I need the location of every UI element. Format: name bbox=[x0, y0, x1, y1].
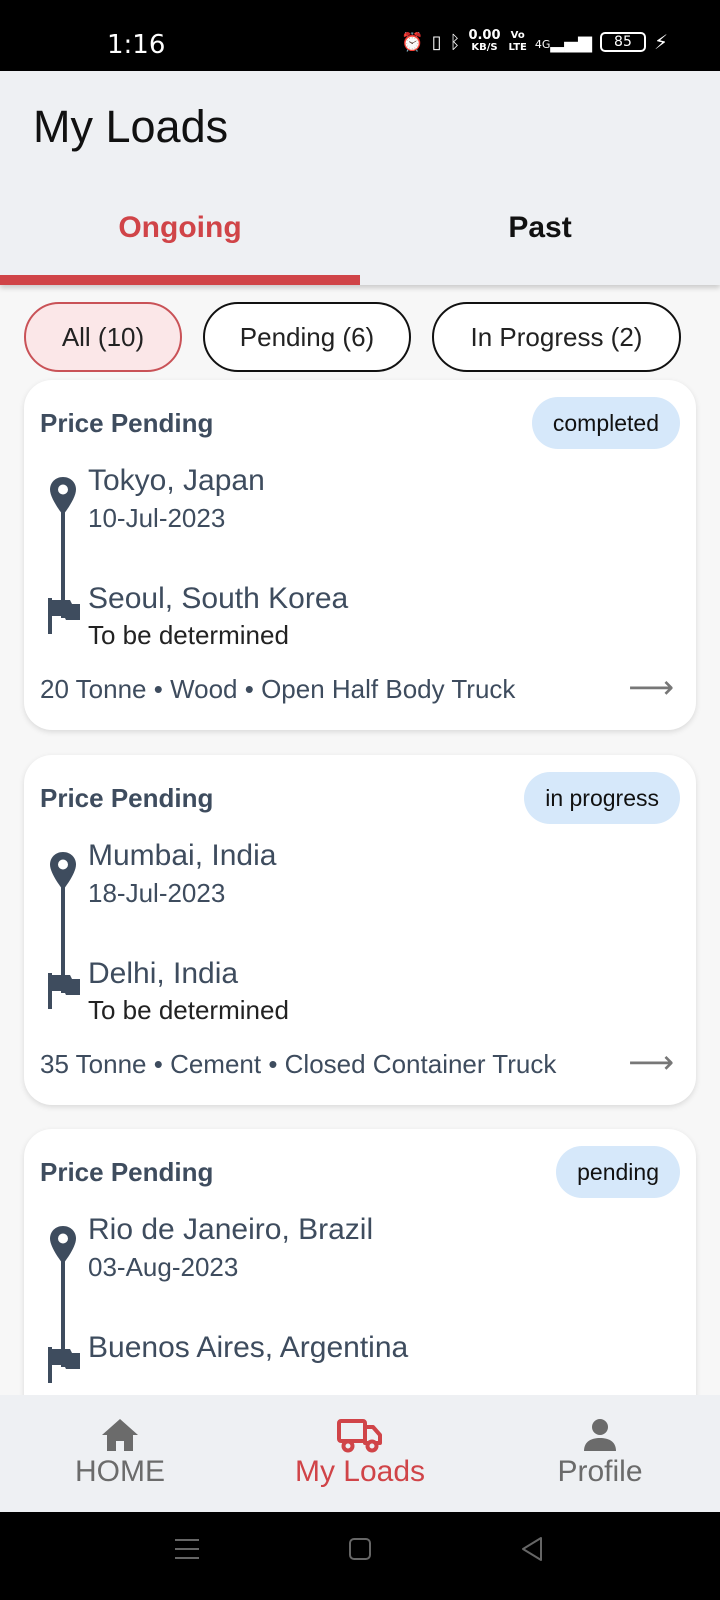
origin-city: Mumbai, India bbox=[88, 839, 277, 872]
nav-home[interactable]: HOME bbox=[0, 1411, 240, 1489]
home-button-icon[interactable] bbox=[348, 1536, 372, 1562]
destination-city: Delhi, India bbox=[88, 957, 239, 990]
pickup-date: 18-Jul-2023 bbox=[88, 878, 226, 908]
battery-icon: 85 bbox=[599, 32, 646, 52]
nav-profile[interactable]: Profile bbox=[480, 1411, 720, 1489]
nav-my-loads-label: My Loads bbox=[294, 1455, 426, 1488]
origin-city: Tokyo, Japan bbox=[88, 464, 265, 497]
status-time: 1:16 bbox=[107, 30, 166, 60]
load-list[interactable]: All (10) Pending (6) In Progress (2) Pri… bbox=[0, 285, 720, 1395]
status-badge: pending bbox=[556, 1146, 680, 1198]
load-price-status: Price Pending bbox=[40, 408, 214, 438]
menu-icon[interactable] bbox=[174, 1536, 200, 1562]
filter-chip-pending[interactable]: Pending (6) bbox=[203, 302, 411, 372]
destination-flag-icon bbox=[48, 973, 80, 1009]
nav-my-loads[interactable]: My Loads bbox=[240, 1411, 480, 1489]
back-icon[interactable] bbox=[520, 1536, 544, 1562]
net-speed: 0.00 KB/S bbox=[468, 28, 501, 53]
filter-chip-in-progress[interactable]: In Progress (2) bbox=[432, 302, 681, 372]
filter-chip-all[interactable]: All (10) bbox=[24, 302, 182, 372]
delivery-date: To be determined bbox=[88, 620, 289, 650]
destination-city: Seoul, South Korea bbox=[88, 582, 349, 615]
vibrate-icon: ▯ bbox=[431, 31, 442, 53]
system-nav-bar bbox=[0, 1512, 720, 1600]
location-pin-icon bbox=[50, 477, 76, 515]
person-icon bbox=[480, 1411, 720, 1453]
pickup-date: 10-Jul-2023 bbox=[88, 503, 226, 533]
tab-ongoing[interactable]: Ongoing bbox=[0, 211, 360, 245]
bluetooth-icon: ᛒ bbox=[449, 31, 461, 53]
alarm-icon: ⏰ bbox=[401, 31, 424, 53]
load-price-status: Price Pending bbox=[40, 783, 214, 813]
destination-flag-icon bbox=[48, 1347, 80, 1383]
pickup-date: 03-Aug-2023 bbox=[88, 1252, 239, 1282]
load-details: 20 Tonne • Wood • Open Half Body Truck bbox=[40, 674, 516, 704]
status-bar: 1:16 ⏰ ▯ ᛒ 0.00 KB/S Vo LTE 4G▂▄▆ 85 ⚡ bbox=[0, 0, 720, 71]
delivery-date: To be determined bbox=[88, 995, 289, 1025]
load-price-status: Price Pending bbox=[40, 1157, 214, 1187]
volte-indicator: Vo LTE bbox=[508, 30, 527, 53]
destination-city: Buenos Aires, Argentina bbox=[88, 1331, 409, 1364]
load-card[interactable]: Price Pending completed Tokyo, Japan 10-… bbox=[24, 380, 696, 730]
status-icons: ⏰ ▯ ᛒ 0.00 KB/S Vo LTE 4G▂▄▆ 85 ⚡ bbox=[401, 28, 668, 54]
location-pin-icon bbox=[50, 852, 76, 890]
origin-city: Rio de Janeiro, Brazil bbox=[88, 1213, 374, 1246]
header: My Loads Ongoing Past bbox=[0, 71, 720, 285]
truck-icon bbox=[240, 1411, 480, 1453]
nav-home-label: HOME bbox=[75, 1455, 165, 1488]
destination-flag-icon bbox=[48, 598, 80, 634]
arrow-right-icon[interactable]: ⟶ bbox=[628, 668, 674, 706]
active-tab-indicator bbox=[0, 275, 360, 285]
tab-past[interactable]: Past bbox=[360, 211, 720, 245]
location-pin-icon bbox=[50, 1226, 76, 1264]
load-card[interactable]: Price Pending in progress Mumbai, India … bbox=[24, 755, 696, 1105]
status-badge: completed bbox=[531, 397, 680, 449]
bottom-nav: HOME My Loads Profile bbox=[0, 1395, 720, 1512]
nav-profile-label: Profile bbox=[557, 1455, 643, 1488]
arrow-right-icon[interactable]: ⟶ bbox=[628, 1043, 674, 1081]
signal-icon: 4G▂▄▆ bbox=[534, 31, 592, 53]
status-badge: in progress bbox=[524, 772, 680, 824]
home-icon bbox=[0, 1411, 240, 1453]
charging-icon: ⚡ bbox=[653, 30, 668, 54]
load-details: 35 Tonne • Cement • Closed Container Tru… bbox=[40, 1049, 557, 1079]
page-title: My Loads bbox=[33, 101, 229, 152]
load-card[interactable]: Price Pending pending Rio de Janeiro, Br… bbox=[24, 1129, 696, 1395]
filter-chips: All (10) Pending (6) In Progress (2) bbox=[24, 302, 681, 372]
